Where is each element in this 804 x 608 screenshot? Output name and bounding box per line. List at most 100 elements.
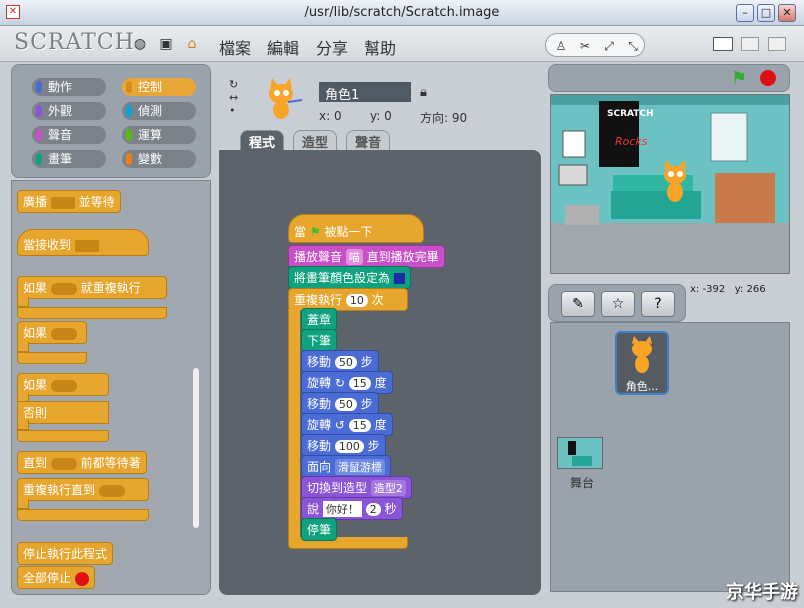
if-else-block[interactable]: 如果 — [17, 373, 109, 396]
block-label: 說 — [307, 502, 320, 516]
pen-down-block[interactable]: 下筆 — [301, 329, 338, 352]
forever-if-block[interactable]: 如果 就重複執行 — [17, 276, 167, 299]
category-control[interactable]: 控制 — [122, 78, 196, 96]
condition-slot[interactable] — [50, 457, 77, 470]
sprite-thumbnail[interactable]: 角色... — [615, 331, 669, 395]
dropdown-slot[interactable] — [74, 239, 99, 252]
cut-icon[interactable]: ✂ — [576, 37, 594, 55]
stage-thumbnail[interactable] — [557, 437, 603, 469]
green-flag-button[interactable]: ⚑ — [731, 68, 747, 89]
pen-up-block[interactable]: 停筆 — [301, 518, 338, 541]
switch-costume-block[interactable]: 切換到造型 造型2 — [301, 476, 412, 499]
category-operators[interactable]: 運算 — [122, 126, 196, 144]
x-value: 0 — [333, 109, 342, 123]
globe-icon[interactable]: ◍ — [131, 35, 149, 53]
grow-icon[interactable]: ⤢ — [600, 37, 618, 55]
sprite-x-readout: x: 0 — [319, 109, 342, 123]
degrees-input[interactable]: 15 — [348, 419, 371, 432]
share-icon[interactable]: ⌂ — [183, 35, 201, 53]
stop-button[interactable] — [760, 70, 776, 86]
category-panel: 動作 控制 外觀 偵測 聲音 運算 畫筆 變數 — [11, 64, 211, 178]
dropdown-slot[interactable] — [50, 196, 75, 209]
layout-normal-icon[interactable] — [713, 37, 733, 51]
steps-input[interactable]: 100 — [334, 440, 364, 453]
paint-new-sprite-icon[interactable]: ✎ — [561, 291, 595, 317]
stage-cat-sprite[interactable] — [653, 159, 697, 207]
shrink-icon[interactable]: ⤡ — [624, 37, 642, 55]
tab-sounds[interactable]: 聲音 — [346, 130, 391, 151]
degrees-input[interactable]: 15 — [348, 377, 371, 390]
wait-until-block[interactable]: 直到 前都等待著 — [17, 451, 147, 474]
block-label: 如果 — [23, 378, 48, 392]
choose-sprite-from-file-icon[interactable]: ☆ — [601, 291, 635, 317]
maximize-button[interactable]: □ — [757, 4, 775, 22]
turn-left-block[interactable]: 旋轉 ↺ 15 度 — [301, 413, 393, 436]
condition-slot[interactable] — [98, 484, 125, 497]
repeat-until-block[interactable]: 重複執行直到 — [17, 478, 149, 501]
minimize-button[interactable]: – — [736, 4, 754, 22]
poster-title: SCRATCH — [607, 109, 654, 119]
repeat-count-input[interactable]: 10 — [345, 294, 368, 307]
category-motion[interactable]: 動作 — [32, 78, 106, 96]
steps-input[interactable]: 50 — [334, 398, 357, 411]
stage[interactable]: SCRATCH Rocks — [550, 94, 790, 274]
when-flag-clicked-block[interactable]: 當 ⚑ 被點一下 — [288, 214, 424, 243]
category-label: 外觀 — [48, 104, 73, 118]
watermark: 京华手游 — [726, 582, 798, 603]
presentation-mode-icon[interactable] — [768, 37, 786, 51]
move-steps-block[interactable]: 移動 100 步 — [301, 434, 386, 457]
duplicate-icon[interactable]: ♙ — [552, 37, 570, 55]
condition-slot[interactable] — [50, 327, 77, 340]
seconds-input[interactable]: 2 — [365, 503, 381, 516]
stop-script-block[interactable]: 停止執行此程式 — [17, 542, 114, 565]
direction-value: 90 — [451, 111, 468, 125]
tab-scripts[interactable]: 程式 — [240, 130, 285, 151]
stop-sign-icon — [74, 571, 89, 586]
block-label: 移動 — [307, 439, 332, 453]
move-steps-block[interactable]: 移動 50 步 — [301, 392, 379, 415]
layout-small-icon[interactable] — [741, 37, 759, 51]
when-i-receive-block[interactable]: 當接收到 — [17, 229, 149, 256]
category-label: 控制 — [138, 80, 163, 94]
sprite-name-field[interactable]: 角色1 — [319, 82, 411, 103]
category-sensing[interactable]: 偵測 — [122, 102, 196, 120]
color-swatch[interactable] — [393, 273, 405, 284]
category-looks[interactable]: 外觀 — [32, 102, 106, 120]
menu-file[interactable]: 檔案 — [219, 35, 251, 59]
palette-scrollbar[interactable] — [193, 368, 199, 528]
lock-icon[interactable]: 🔒︎ — [420, 85, 427, 100]
category-sound[interactable]: 聲音 — [32, 126, 106, 144]
mouse-coordinates: x: -392 y: 266 — [690, 284, 766, 295]
scripts-area[interactable]: 當 ⚑ 被點一下 播放聲音 喵 直到播放完畢 將畫筆顏色設定為 重複執行 10 … — [219, 150, 541, 595]
stop-all-block[interactable]: 全部停止 — [17, 566, 95, 589]
condition-slot[interactable] — [50, 282, 77, 295]
block-label: 當接收到 — [23, 238, 72, 252]
random-sprite-icon[interactable]: ? — [641, 291, 675, 317]
broadcast-and-wait-block[interactable]: 廣播 並等待 — [17, 190, 121, 213]
menu-help[interactable]: 幫助 — [364, 35, 396, 59]
target-dropdown[interactable]: 滑鼠游標 — [334, 459, 385, 475]
play-sound-until-done-block[interactable]: 播放聲音 喵 直到播放完畢 — [288, 245, 445, 268]
if-block[interactable]: 如果 — [17, 321, 87, 344]
stage-thumbnail-label: 舞台 — [570, 476, 595, 490]
rotation-style-icons[interactable]: ↻ ↔ • — [229, 78, 238, 117]
sound-dropdown[interactable]: 喵 — [345, 249, 363, 265]
stage-header — [548, 64, 790, 92]
save-icon[interactable]: ▣ — [157, 35, 175, 53]
menu-share[interactable]: 分享 — [316, 35, 348, 59]
turn-right-block[interactable]: 旋轉 ↻ 15 度 — [301, 371, 393, 394]
set-pen-color-block[interactable]: 將畫筆顏色設定為 — [288, 266, 411, 289]
condition-slot[interactable] — [50, 379, 77, 392]
close-button[interactable]: ✕ — [778, 4, 796, 22]
tab-costumes[interactable]: 造型 — [293, 130, 338, 151]
category-pen[interactable]: 畫筆 — [32, 150, 106, 168]
menu-edit[interactable]: 編輯 — [267, 35, 299, 59]
category-variables[interactable]: 變數 — [122, 150, 196, 168]
stamp-block[interactable]: 蓋章 — [301, 308, 338, 331]
costume-dropdown[interactable]: 造型2 — [370, 480, 406, 496]
steps-input[interactable]: 50 — [334, 356, 357, 369]
move-steps-block[interactable]: 移動 50 步 — [301, 350, 379, 373]
say-text-input[interactable]: 你好！ — [322, 501, 362, 517]
say-for-secs-block[interactable]: 說 你好！ 2 秒 — [301, 497, 403, 520]
point-towards-block[interactable]: 面向 滑鼠游標 — [301, 455, 391, 478]
